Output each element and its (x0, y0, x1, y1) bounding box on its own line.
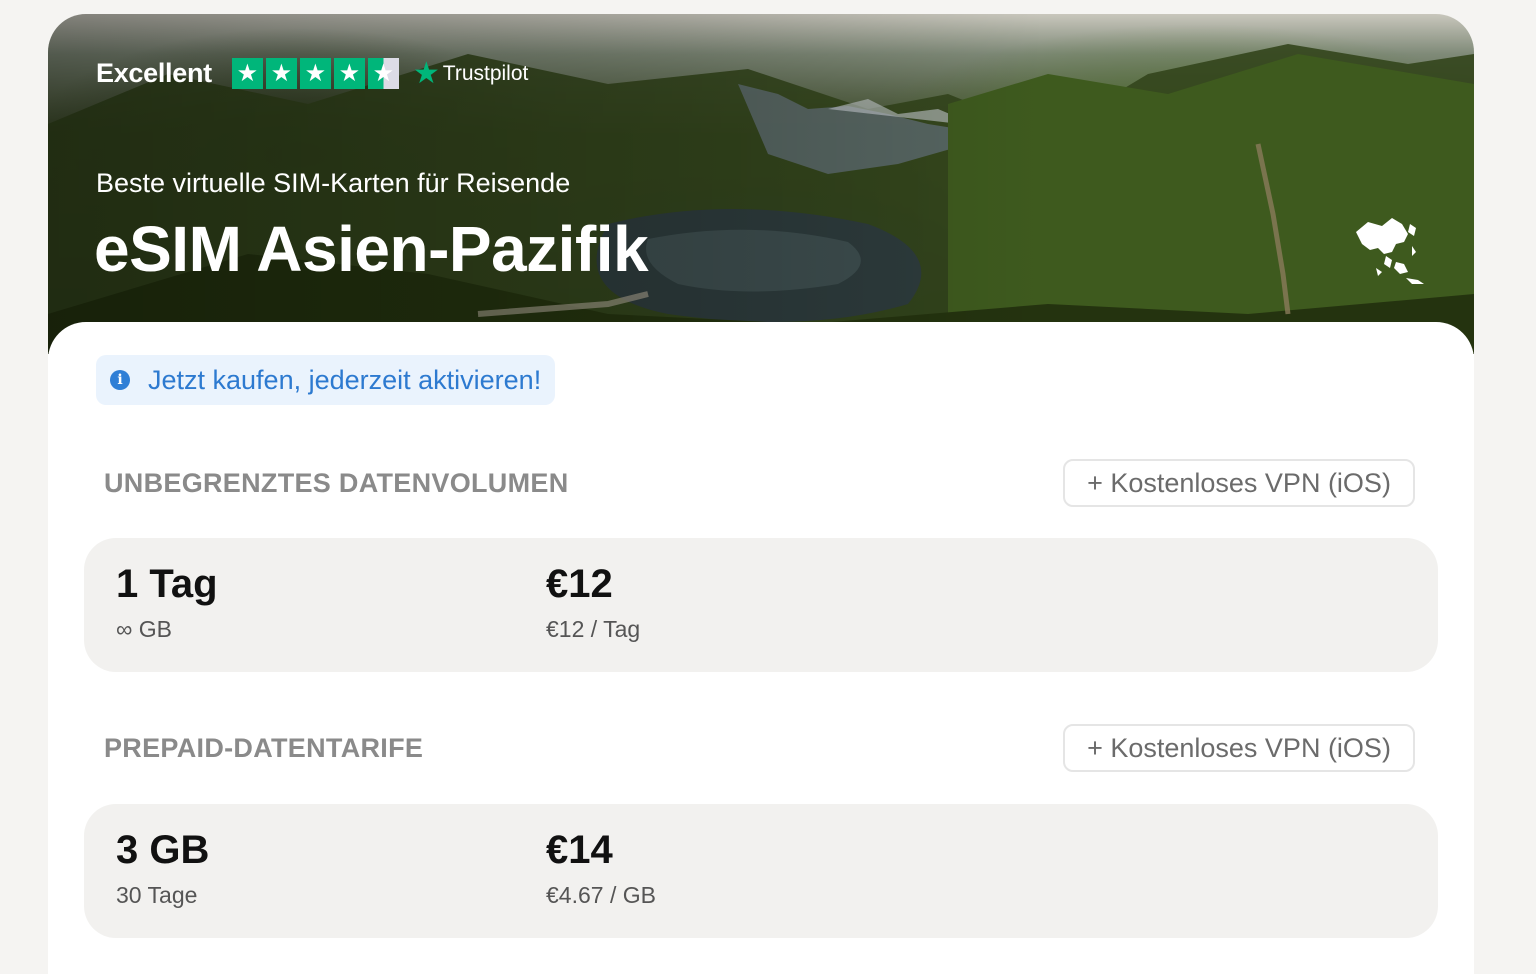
trustpilot-star-icon: ★ (412, 56, 440, 90)
trustpilot-stars: ★ ★ ★ ★ ★ (231, 58, 399, 89)
plan-price: €12 (546, 562, 613, 606)
star-icon: ★ (231, 58, 263, 89)
hero-banner: Excellent ★ ★ ★ ★ ★ ★ Trustpilot Beste v… (48, 14, 1474, 354)
plan-duration: 1 Tag (116, 562, 218, 606)
plan-duration: 30 Tage (116, 882, 198, 908)
info-banner-text: Jetzt kaufen, jederzeit aktivieren! (148, 364, 542, 395)
free-vpn-button[interactable]: + Kostenloses VPN (iOS) (1063, 459, 1415, 507)
trustpilot-rating-label: Excellent (96, 58, 212, 88)
plan-card[interactable]: 1 Tag ∞ GB €12 €12 / Tag (84, 538, 1438, 672)
info-banner: i Jetzt kaufen, jederzeit aktivieren! (96, 355, 556, 405)
star-icon: ★ (299, 58, 331, 89)
plan-unit-price: €12 / Tag (546, 616, 641, 642)
half-star-icon: ★ (367, 58, 399, 89)
section-title-prepaid: PREPAID-DATENTARIFE (104, 733, 424, 763)
plan-data-volume: 3 GB (116, 828, 210, 872)
info-icon: i (110, 370, 130, 390)
section-title-unlimited: UNBEGRENZTES DATENVOLUMEN (104, 468, 569, 498)
plan-unit-price: €4.67 / GB (546, 882, 656, 908)
trustpilot-widget[interactable]: Excellent ★ ★ ★ ★ ★ ★ Trustpilot (96, 58, 528, 89)
asia-pacific-map-icon (1356, 218, 1424, 284)
plan-data-volume: ∞ GB (116, 616, 173, 642)
plan-card[interactable]: 3 GB 30 Tage €14 €4.67 / GB (84, 804, 1438, 938)
free-vpn-button[interactable]: + Kostenloses VPN (iOS) (1063, 724, 1415, 772)
trustpilot-logo: ★ Trustpilot (412, 56, 529, 90)
plans-panel: i Jetzt kaufen, jederzeit aktivieren! UN… (48, 322, 1474, 974)
hero-subtitle: Beste virtuelle SIM-Karten für Reisende (96, 168, 571, 198)
star-icon: ★ (265, 58, 297, 89)
page-title: eSIM Asien-Pazifik (94, 213, 649, 285)
product-card: Excellent ★ ★ ★ ★ ★ ★ Trustpilot Beste v… (48, 14, 1474, 974)
star-icon: ★ (333, 58, 365, 89)
trustpilot-brand-label: Trustpilot (442, 61, 529, 85)
plan-price: €14 (546, 828, 613, 872)
